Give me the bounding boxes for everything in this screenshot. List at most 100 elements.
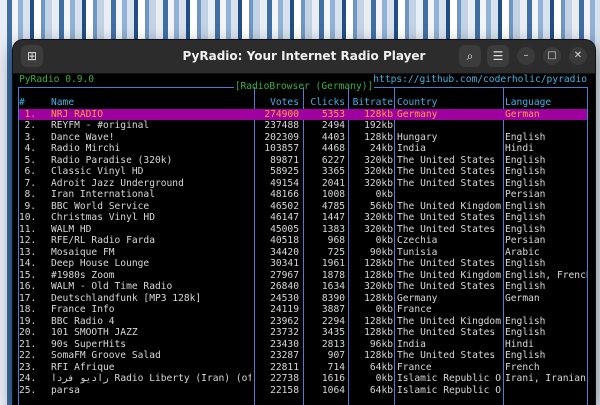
station-country: The United Kingdom bbox=[397, 269, 501, 281]
station-clicks: 4785 bbox=[321, 200, 345, 212]
station-row[interactable]: 3. Dance Wave! 202309 4403 128kb Hungary Engli… bbox=[19, 132, 587, 144]
station-row[interactable]: 7. Adroit Jazz Underground 49154 2041 320kb T… bbox=[19, 178, 587, 190]
station-bitrate: 24kb bbox=[369, 143, 393, 154]
station-row[interactable]: 11. WALM HD 45005 1383 320kb The United State… bbox=[19, 224, 587, 236]
station-name: RFI Afrique bbox=[51, 361, 115, 373]
station-row[interactable]: 14. Deep House Lounge 30341 1961 128kb The Un… bbox=[19, 258, 587, 270]
station-clicks: 8390 bbox=[321, 292, 345, 304]
station-row[interactable]: 5. Radio Paradise (320k) 89871 6227 320kb The… bbox=[19, 155, 587, 167]
station-bitrate: 128kb bbox=[364, 269, 393, 281]
station-name: REYFM - #original bbox=[51, 120, 150, 131]
station-row[interactable]: 18. France Info 24119 3887 0kb France bbox=[19, 304, 587, 316]
station-name: #1980s Zoom bbox=[51, 269, 115, 281]
station-row[interactable]: 10. Christmas Vinyl HD 46147 1447 320kb The U… bbox=[19, 212, 587, 224]
station-row[interactable]: 4. Radio Mirchi 103857 4468 24kb India Hindi bbox=[19, 143, 587, 155]
station-clicks: 1447 bbox=[321, 212, 345, 223]
station-clicks: 714 bbox=[327, 361, 345, 373]
station-num: 4. bbox=[24, 143, 36, 154]
station-row[interactable]: 24. رادیو فردا Radio Liberty (Iran) (off 2… bbox=[19, 373, 587, 385]
station-row[interactable]: 25. parsa 22158 1064 64kb Islamic Republic O bbox=[19, 385, 587, 397]
col-clicks-header: Clicks bbox=[310, 97, 345, 108]
station-clicks: 1878 bbox=[321, 269, 345, 281]
station-row[interactable]: 21. 90s SuperHits 23430 2813 96kb India Hindi bbox=[19, 339, 587, 351]
station-bitrate: 128kb bbox=[364, 327, 393, 338]
station-row[interactable]: 16. WALM - Old Time Radio 26840 1634 320kb Th… bbox=[19, 281, 587, 293]
station-country: Germany bbox=[397, 108, 438, 120]
station-name: Adroit Jazz Underground bbox=[51, 177, 184, 189]
station-clicks: 1961 bbox=[321, 258, 345, 269]
station-row[interactable]: 12. RFE/RL Radio Farda 40518 968 0kb Czechia P… bbox=[19, 235, 587, 247]
station-row[interactable]: 15. #1980s Zoom 27967 1878 128kb The United K… bbox=[19, 270, 587, 282]
station-votes: 46502 bbox=[270, 200, 299, 212]
station-language: Persian bbox=[505, 189, 546, 200]
terminal-area[interactable]: PyRadio 0.9.0 https://github.com/coderho… bbox=[13, 74, 595, 405]
station-row[interactable]: 6. Classic Vinyl HD 58925 3365 320kb The Unit… bbox=[19, 166, 587, 178]
close-button[interactable]: ✕ bbox=[569, 47, 587, 65]
station-clicks: 968 bbox=[327, 235, 345, 246]
station-row[interactable]: 9. BBC World Service 46502 4785 56kb The Unit… bbox=[19, 201, 587, 213]
station-votes: 89871 bbox=[270, 154, 299, 166]
station-clicks: 1008 bbox=[321, 189, 345, 200]
station-bitrate: 0kb bbox=[375, 189, 393, 200]
station-language: Hindi bbox=[505, 338, 534, 350]
station-num: 6. bbox=[24, 166, 36, 177]
station-votes: 27967 bbox=[270, 269, 299, 281]
station-row[interactable]: 23. RFI Afrique 22811 714 64kb France French bbox=[19, 362, 587, 374]
station-num: 10. bbox=[19, 212, 36, 223]
minimize-button[interactable]: – bbox=[517, 47, 535, 65]
station-name: WALM HD bbox=[51, 223, 92, 235]
station-votes: 22158 bbox=[270, 384, 299, 396]
station-clicks: 1616 bbox=[321, 373, 345, 384]
menu-button[interactable]: ☰ bbox=[487, 45, 509, 67]
maximize-button[interactable]: □ bbox=[543, 47, 561, 65]
station-bitrate: 128kb bbox=[364, 315, 393, 327]
station-num: 3. bbox=[24, 131, 36, 143]
station-clicks: 2041 bbox=[321, 177, 345, 189]
station-num: 9. bbox=[24, 200, 36, 212]
station-name: RFE/RL Radio Farda bbox=[51, 235, 155, 246]
station-row[interactable]: 22. SomaFM Groove Salad 23287 907 128kb The U… bbox=[19, 350, 587, 362]
station-language: English bbox=[505, 177, 546, 189]
station-bitrate: 192kb bbox=[364, 120, 393, 131]
station-num: 23. bbox=[19, 361, 36, 373]
station-row[interactable]: 20. 101 SMOOTH JAZZ 23732 3435 128kb The Unit… bbox=[19, 327, 587, 339]
station-clicks: 4403 bbox=[321, 131, 345, 143]
station-num: 19. bbox=[19, 315, 36, 327]
station-votes: 48166 bbox=[270, 189, 299, 200]
station-row[interactable]: 13. Mosaique FM 34420 725 90kb Tunisia Arabic bbox=[19, 247, 587, 259]
station-country: The United States bbox=[397, 177, 496, 189]
station-country: Tunisia bbox=[397, 246, 438, 258]
station-name: 101 SMOOTH JAZZ bbox=[51, 327, 138, 338]
station-row[interactable]: 2. REYFM - #original 237488 2494 192kb bbox=[19, 120, 587, 132]
station-votes: 24119 bbox=[270, 304, 299, 315]
search-button[interactable]: ⌕ bbox=[459, 45, 481, 67]
station-country: The United States bbox=[397, 350, 496, 361]
station-country: The United Kingdom bbox=[397, 315, 501, 327]
station-row[interactable]: 1. NRJ RADIO 274900 5353 128kb Germany German bbox=[19, 108, 587, 120]
station-bitrate: 128kb bbox=[364, 292, 393, 304]
station-name: Deutschlandfunk [MP3 128k] bbox=[51, 292, 202, 304]
station-language: Arabic bbox=[505, 246, 540, 258]
station-row[interactable]: 19. BBC Radio 4 23962 2294 128kb The United K… bbox=[19, 316, 587, 328]
station-votes: 24530 bbox=[270, 292, 299, 304]
station-country: The United States bbox=[397, 223, 496, 235]
station-language: English bbox=[505, 166, 546, 177]
station-name: BBC World Service bbox=[51, 200, 150, 212]
station-language: English bbox=[505, 281, 546, 292]
col-bitrate-header: Bitrate bbox=[352, 97, 393, 108]
station-row[interactable]: 8. Iran International 48166 1008 0kb Persian bbox=[19, 189, 587, 201]
station-bitrate: 320kb bbox=[364, 212, 393, 223]
station-country: France bbox=[397, 361, 432, 373]
station-votes: 202309 bbox=[264, 131, 299, 143]
station-language: English bbox=[505, 223, 546, 235]
station-row[interactable]: 17. Deutschlandfunk [MP3 128k] 24530 8390 12… bbox=[19, 293, 587, 305]
title-bar: ⊞ PyRadio: Your Internet Radio Player ⌕ … bbox=[13, 40, 595, 74]
list-title: [RadioBrowser (Germany)] bbox=[13, 81, 595, 93]
station-votes: 46147 bbox=[270, 212, 299, 223]
station-language: English bbox=[505, 315, 546, 327]
station-name: Deep House Lounge bbox=[51, 258, 150, 269]
station-num: 14. bbox=[19, 258, 36, 269]
station-bitrate: 96kb bbox=[369, 338, 393, 350]
station-votes: 274900 bbox=[264, 108, 299, 120]
station-country: India bbox=[397, 338, 426, 350]
